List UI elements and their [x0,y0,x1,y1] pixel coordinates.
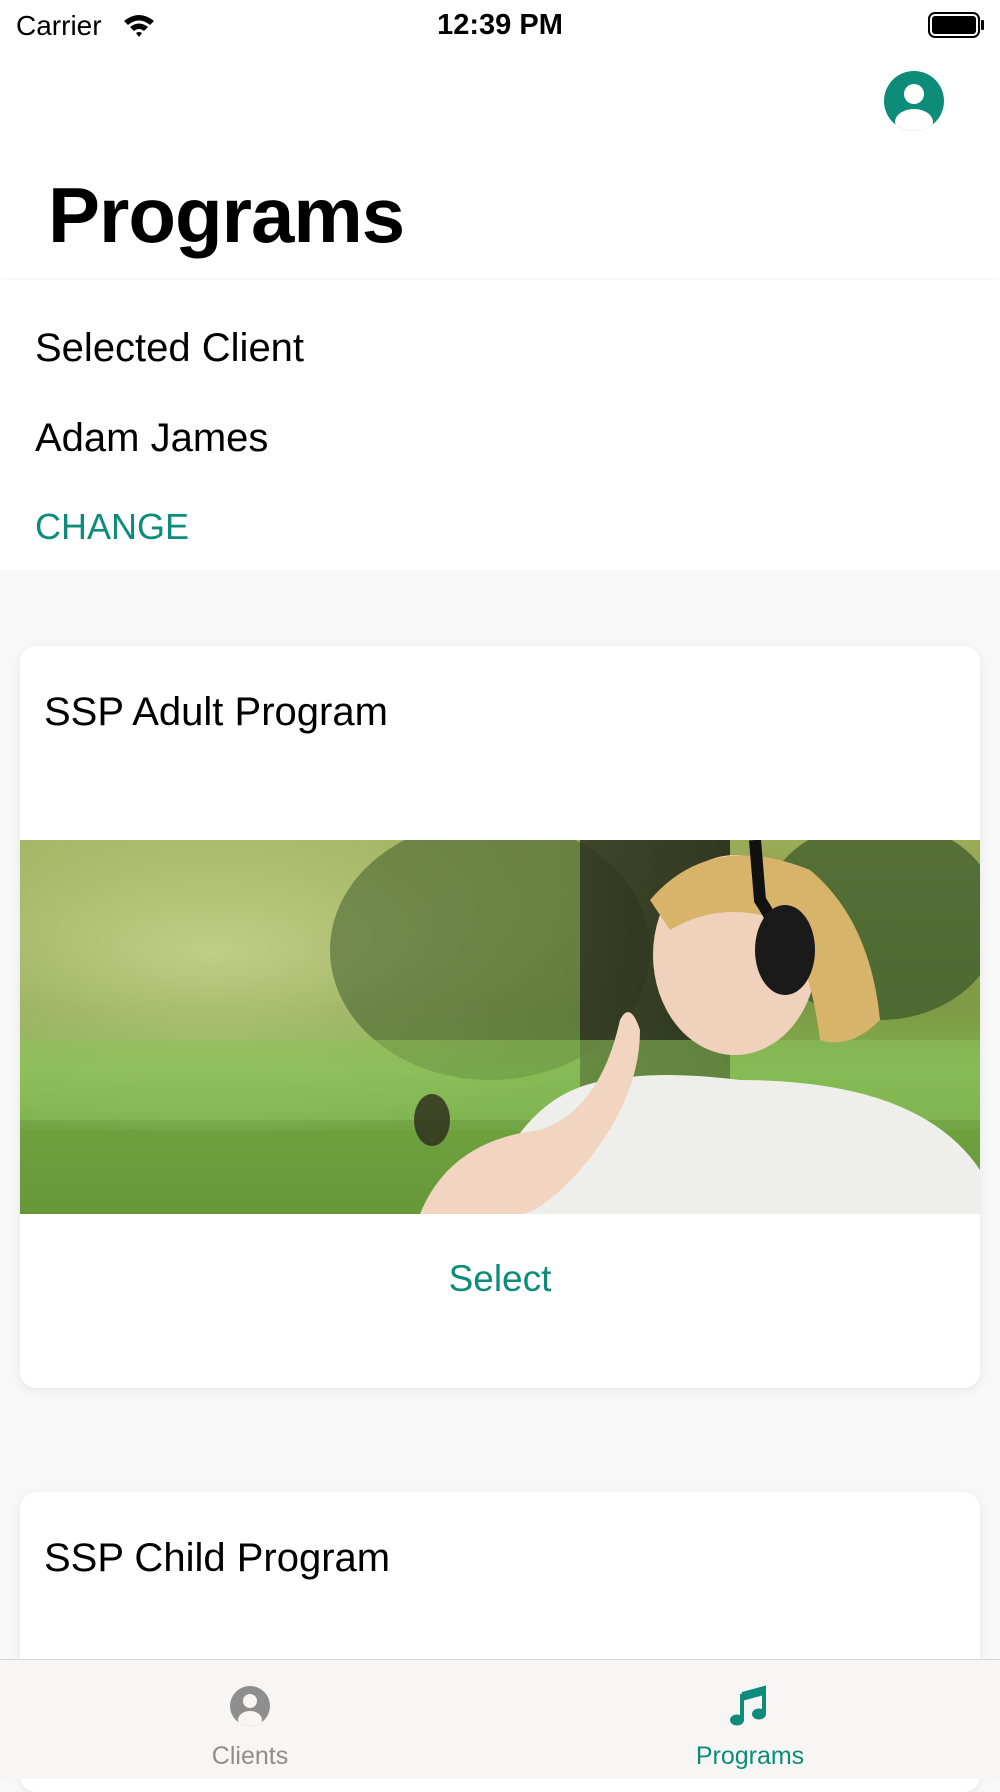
status-bar: Carrier 12:39 PM [0,0,1000,52]
client-name: Adam James [35,416,269,460]
change-client-button[interactable]: CHANGE [35,506,189,548]
person-icon [230,1686,270,1726]
navigation-header: Programs [0,52,1000,280]
program-image [20,840,980,1214]
program-title: SSP Adult Program [44,690,388,734]
program-card-adult: SSP Adult Program Select [20,646,980,1388]
tab-clients[interactable]: Clients [0,1660,500,1779]
program-title: SSP Child Program [44,1536,391,1580]
tab-programs[interactable]: Programs [500,1660,1000,1779]
tab-label: Clients [211,1742,289,1770]
tab-bar: Clients Programs [0,1659,1000,1779]
selected-client-section: Selected Client Adam James CHANGE [0,280,1000,570]
battery-icon [928,12,986,43]
music-note-icon [730,1685,766,1726]
page-title: Programs [48,171,405,259]
person-circle-icon [884,71,944,131]
profile-button[interactable] [883,70,945,132]
status-time: 12:39 PM [437,9,563,41]
select-program-button[interactable]: Select [20,1258,980,1300]
selected-client-heading: Selected Client [35,326,305,370]
tab-label: Programs [695,1742,805,1770]
